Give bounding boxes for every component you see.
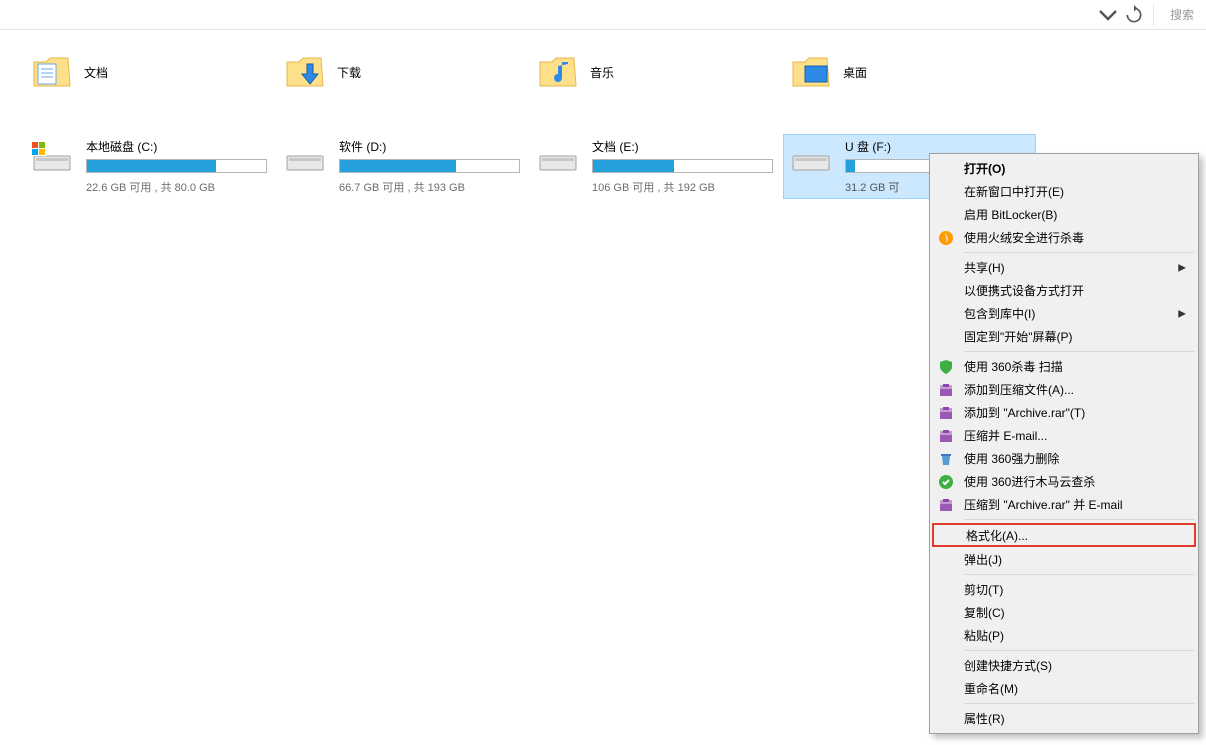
history-dropdown[interactable] [1097,4,1119,26]
submenu-arrow-icon: ▶ [1178,308,1186,319]
folders-row: 文档 下载 音乐 [24,50,1182,94]
menu-separator [964,703,1194,704]
submenu-arrow-icon: ▶ [1178,262,1186,273]
menu-add-archive[interactable]: 添加到压缩文件(A)... [932,378,1196,401]
drive-icon [32,142,72,174]
drive-label: 文档 (E:) [592,138,773,155]
menu-360-trojan-scan[interactable]: 使用 360进行木马云查杀 [932,470,1196,493]
drive-icon [791,142,831,174]
refresh-button[interactable] [1123,4,1145,26]
drive-label: 本地磁盘 (C:) [86,138,267,155]
menu-copy[interactable]: 复制(C) [932,601,1196,624]
context-menu: 打开(O) 在新窗口中打开(E) 启用 BitLocker(B) 使用火绒安全进… [929,153,1199,734]
drive-c[interactable]: 本地磁盘 (C:) 22.6 GB 可用 , 共 80.0 GB [24,134,277,199]
menu-open-portable[interactable]: 以便携式设备方式打开 [932,279,1196,302]
menu-compress-email[interactable]: 压缩并 E-mail... [932,424,1196,447]
menu-cut[interactable]: 剪切(T) [932,578,1196,601]
menu-pin-start[interactable]: 固定到"开始"屏幕(P) [932,325,1196,348]
folder-label: 文档 [84,64,108,81]
menu-add-archive-rar[interactable]: 添加到 "Archive.rar"(T) [932,401,1196,424]
winrar-icon [938,428,954,444]
trash-360-icon [938,451,954,467]
drive-icon [538,142,578,174]
downloads-folder[interactable]: 下载 [277,50,530,94]
search-placeholder: 搜索 [1170,6,1194,23]
capacity-bar [592,159,773,173]
capacity-bar [86,159,267,173]
folder-label: 音乐 [590,64,614,81]
winrar-icon [938,405,954,421]
folder-icon [285,54,325,90]
menu-compress-to-email[interactable]: 压缩到 "Archive.rar" 并 E-mail [932,493,1196,516]
drive-d[interactable]: 软件 (D:) 66.7 GB 可用 , 共 193 GB [277,134,530,199]
capacity-bar [339,159,520,173]
menu-separator [964,351,1194,352]
huorong-icon [938,230,954,246]
drive-info: 本地磁盘 (C:) 22.6 GB 可用 , 共 80.0 GB [86,138,267,195]
menu-separator [964,574,1194,575]
folder-icon [538,54,578,90]
menu-rename[interactable]: 重命名(M) [932,677,1196,700]
menu-format[interactable]: 格式化(A)... [932,523,1196,547]
menu-360-scan[interactable]: 使用 360杀毒 扫描 [932,355,1196,378]
menu-open[interactable]: 打开(O) [932,157,1196,180]
toolbar-separator [1153,4,1154,26]
winrar-icon [938,382,954,398]
folder-icon [32,54,72,90]
menu-create-shortcut[interactable]: 创建快捷方式(S) [932,654,1196,677]
menu-separator [964,519,1194,520]
menu-share[interactable]: 共享(H)▶ [932,256,1196,279]
drive-info: 文档 (E:) 106 GB 可用 , 共 192 GB [592,138,773,195]
menu-separator [964,252,1194,253]
shield-360-icon [938,359,954,375]
drive-e[interactable]: 文档 (E:) 106 GB 可用 , 共 192 GB [530,134,783,199]
folder-label: 桌面 [843,64,867,81]
folder-icon [791,54,831,90]
cloud-scan-360-icon [938,474,954,490]
drive-space: 66.7 GB 可用 , 共 193 GB [339,179,520,195]
menu-paste[interactable]: 粘贴(P) [932,624,1196,647]
menu-properties[interactable]: 属性(R) [932,707,1196,730]
drive-label: 软件 (D:) [339,138,520,155]
search-input[interactable]: 搜索 [1170,6,1194,23]
menu-separator [964,650,1194,651]
address-toolbar: 搜索 [0,0,1206,30]
music-folder[interactable]: 音乐 [530,50,783,94]
menu-huorong-scan[interactable]: 使用火绒安全进行杀毒 [932,226,1196,249]
desktop-folder[interactable]: 桌面 [783,50,1036,94]
drive-space: 22.6 GB 可用 , 共 80.0 GB [86,179,267,195]
drive-info: 软件 (D:) 66.7 GB 可用 , 共 193 GB [339,138,520,195]
menu-open-new-window[interactable]: 在新窗口中打开(E) [932,180,1196,203]
menu-eject[interactable]: 弹出(J) [932,548,1196,571]
menu-enable-bitlocker[interactable]: 启用 BitLocker(B) [932,203,1196,226]
menu-include-library[interactable]: 包含到库中(I)▶ [932,302,1196,325]
menu-360-force-delete[interactable]: 使用 360强力删除 [932,447,1196,470]
winrar-icon [938,497,954,513]
drive-space: 106 GB 可用 , 共 192 GB [592,179,773,195]
documents-folder[interactable]: 文档 [24,50,277,94]
drive-icon [285,142,325,174]
folder-label: 下载 [337,64,361,81]
